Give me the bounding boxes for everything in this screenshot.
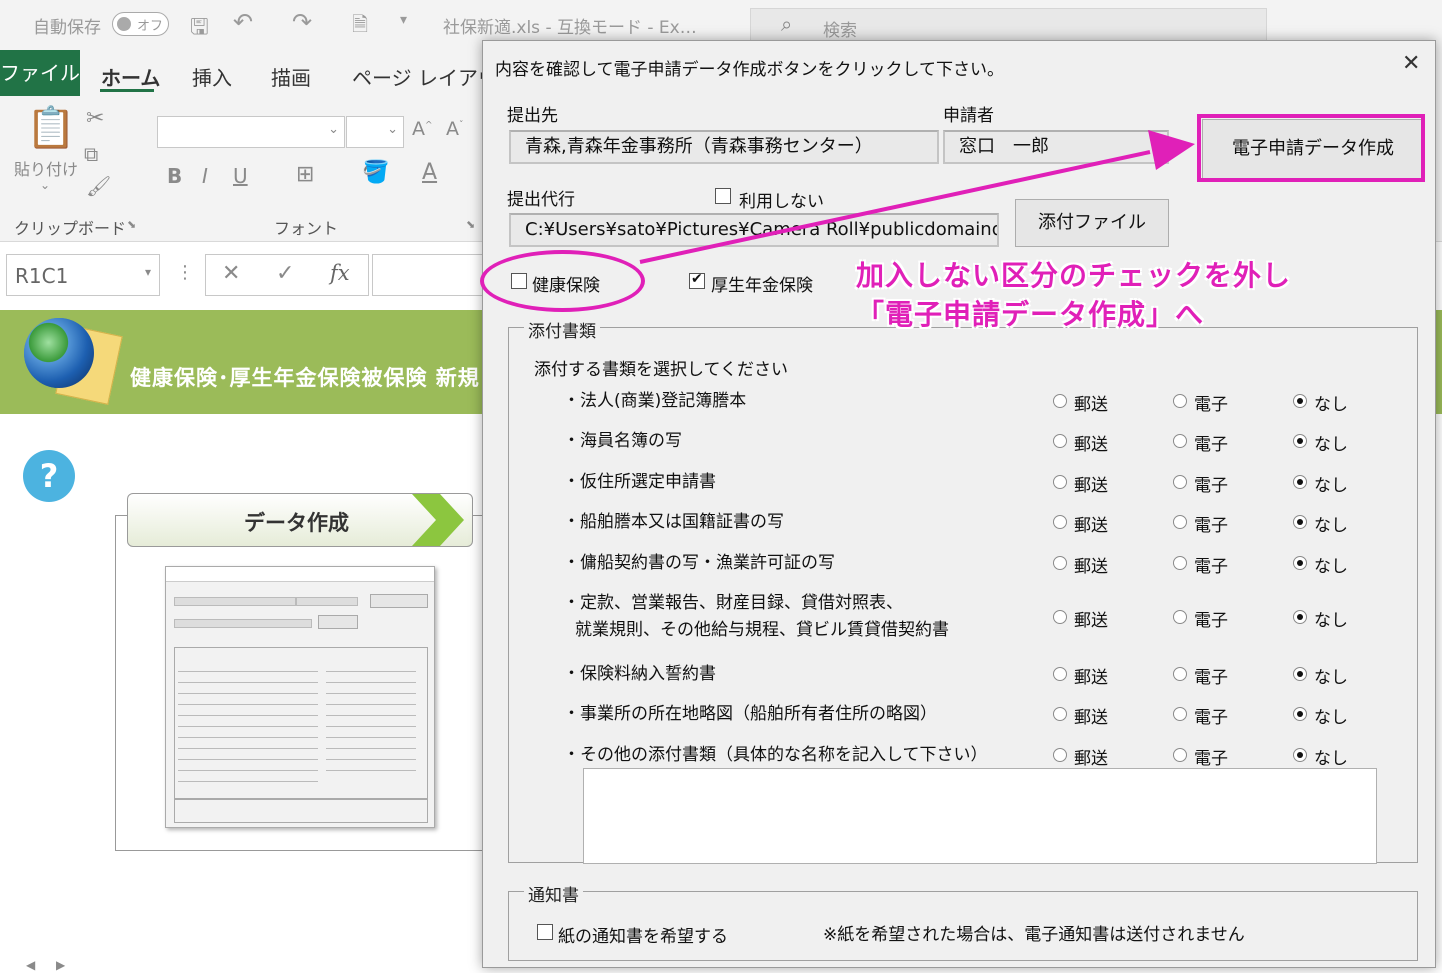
annotation-line-1: 加入しない区分のチェックを外し [856, 259, 1292, 292]
annotation-arrow [639, 130, 1195, 264]
annotation-line-2: 「電子申請データ作成」へ [856, 298, 1205, 331]
